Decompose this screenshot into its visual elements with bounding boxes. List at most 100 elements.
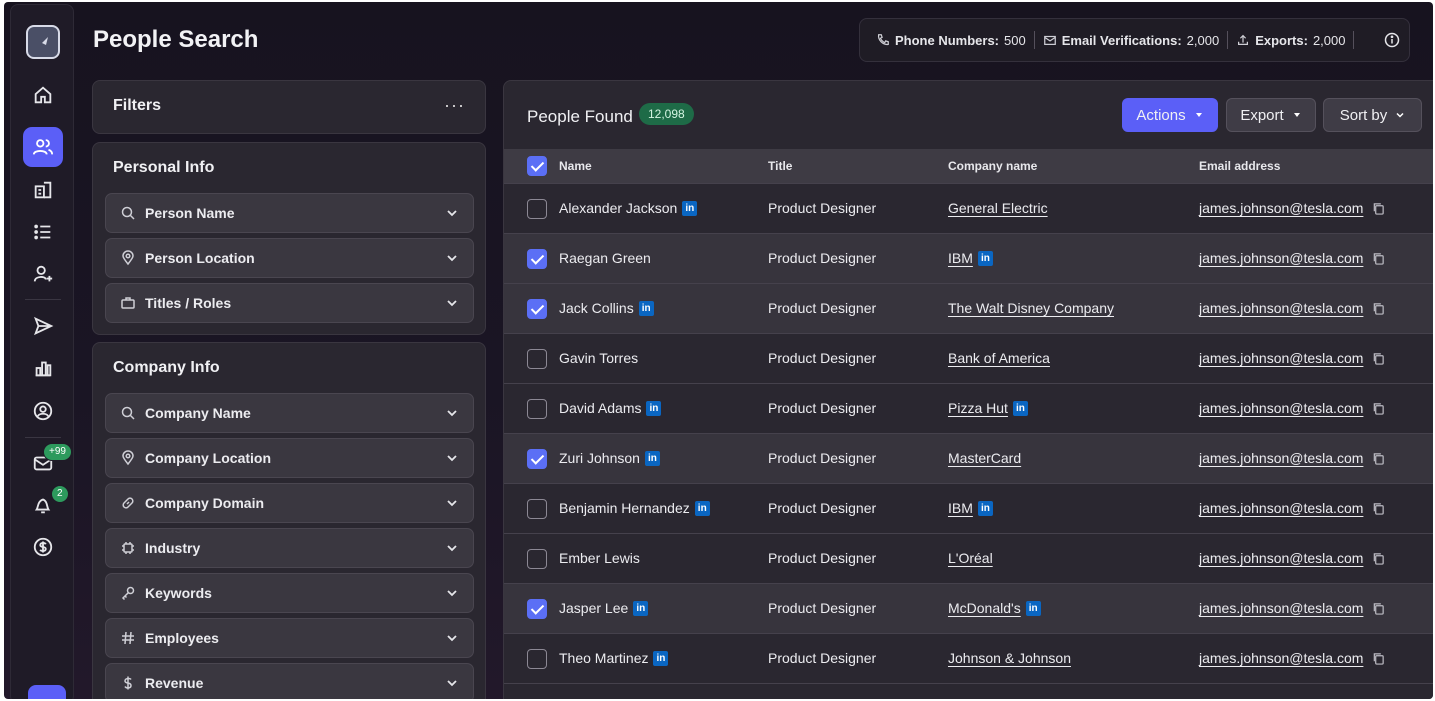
company-link[interactable]: L'Oréal: [948, 550, 993, 566]
email-link[interactable]: james.johnson@tesla.com: [1199, 650, 1363, 666]
column-company[interactable]: Company name: [948, 159, 1037, 173]
person-name[interactable]: David Adams: [559, 400, 641, 416]
column-name[interactable]: Name: [559, 159, 592, 173]
bottom-action-button[interactable]: [28, 685, 66, 699]
dollar-icon[interactable]: [23, 527, 63, 567]
email-link[interactable]: james.johnson@tesla.com: [1199, 550, 1363, 566]
linkedin-icon[interactable]: in: [1025, 600, 1041, 616]
table-row[interactable]: Jack Collins in Product Designer The Walt D…: [504, 283, 1433, 333]
email-link[interactable]: james.johnson@tesla.com: [1199, 500, 1363, 516]
linkedin-icon[interactable]: in: [638, 300, 654, 316]
filter-keywords[interactable]: Keywords: [105, 573, 474, 613]
copy-icon[interactable]: [1372, 402, 1385, 415]
company-link[interactable]: MasterCard: [948, 450, 1021, 466]
row-checkbox[interactable]: [527, 649, 547, 669]
list-icon[interactable]: [23, 212, 63, 252]
person-name[interactable]: Gavin Torres: [559, 350, 638, 366]
linkedin-icon[interactable]: in: [646, 400, 662, 416]
linkedin-icon[interactable]: in: [694, 500, 710, 516]
row-checkbox[interactable]: [527, 199, 547, 219]
export-button[interactable]: Export: [1226, 98, 1316, 132]
company-link[interactable]: IBM: [948, 250, 973, 266]
row-checkbox[interactable]: [527, 299, 547, 319]
email-link[interactable]: james.johnson@tesla.com: [1199, 250, 1363, 266]
company-link[interactable]: Johnson & Johnson: [948, 650, 1071, 666]
logo-icon[interactable]: [26, 25, 60, 59]
linkedin-icon[interactable]: in: [977, 500, 993, 516]
filter-revenue[interactable]: Revenue: [105, 663, 474, 699]
sort-by-button[interactable]: Sort by: [1323, 98, 1422, 132]
email-link[interactable]: james.johnson@tesla.com: [1199, 400, 1363, 416]
filter-company-location[interactable]: Company Location: [105, 438, 474, 478]
company-link[interactable]: Pizza Hut: [948, 400, 1008, 416]
row-checkbox[interactable]: [527, 399, 547, 419]
copy-icon[interactable]: [1372, 252, 1385, 265]
person-name[interactable]: Ember Lewis: [559, 550, 640, 566]
home-icon[interactable]: [23, 75, 63, 115]
company-link[interactable]: The Walt Disney Company: [948, 300, 1114, 316]
filter-person-location[interactable]: Person Location: [105, 238, 474, 278]
person-name[interactable]: Jack Collins: [559, 300, 634, 316]
linkedin-icon[interactable]: in: [653, 650, 669, 666]
filter-company-domain[interactable]: Company Domain: [105, 483, 474, 523]
table-row[interactable]: Alexander Jackson in Product Designer Gener…: [504, 183, 1433, 233]
copy-icon[interactable]: [1372, 452, 1385, 465]
table-row[interactable]: David Adams in Product Designer Pizza Hut in…: [504, 383, 1433, 433]
copy-icon[interactable]: [1372, 302, 1385, 315]
copy-icon[interactable]: [1372, 352, 1385, 365]
more-options-icon[interactable]: ···: [444, 95, 465, 116]
row-checkbox[interactable]: [527, 599, 547, 619]
people-icon[interactable]: [23, 127, 63, 167]
row-checkbox[interactable]: [527, 249, 547, 269]
send-icon[interactable]: [23, 306, 63, 346]
copy-icon[interactable]: [1372, 602, 1385, 615]
row-checkbox[interactable]: [527, 549, 547, 569]
table-row[interactable]: [504, 683, 1433, 699]
email-link[interactable]: james.johnson@tesla.com: [1199, 300, 1363, 316]
table-row[interactable]: Theo Martinez in Product Designer Johnson &…: [504, 633, 1433, 683]
table-row[interactable]: Raegan Green Product Designer IBM in james.j…: [504, 233, 1433, 283]
table-row[interactable]: Gavin Torres Product Designer Bank of Amer…: [504, 333, 1433, 383]
company-link[interactable]: Bank of America: [948, 350, 1050, 366]
actions-button[interactable]: Actions: [1122, 98, 1218, 132]
info-icon[interactable]: [1384, 32, 1400, 48]
row-checkbox[interactable]: [527, 449, 547, 469]
email-link[interactable]: james.johnson@tesla.com: [1199, 600, 1363, 616]
row-checkbox[interactable]: [527, 349, 547, 369]
copy-icon[interactable]: [1372, 502, 1385, 515]
copy-icon[interactable]: [1372, 552, 1385, 565]
person-name[interactable]: Theo Martinez: [559, 650, 648, 666]
linkedin-icon[interactable]: in: [1012, 400, 1028, 416]
person-name[interactable]: Zuri Johnson: [559, 450, 640, 466]
filter-titles-roles[interactable]: Titles / Roles: [105, 283, 474, 323]
linkedin-icon[interactable]: in: [644, 450, 660, 466]
column-title[interactable]: Title: [768, 159, 792, 173]
account-icon[interactable]: [23, 391, 63, 431]
table-row[interactable]: Ember Lewis Product Designer L'Oréal james.…: [504, 533, 1433, 583]
person-name[interactable]: Alexander Jackson: [559, 200, 677, 216]
filter-company-name[interactable]: Company Name: [105, 393, 474, 433]
table-row[interactable]: Zuri Johnson in Product Designer MasterCard…: [504, 433, 1433, 483]
email-link[interactable]: james.johnson@tesla.com: [1199, 350, 1363, 366]
linkedin-icon[interactable]: in: [977, 250, 993, 266]
chart-icon[interactable]: [23, 348, 63, 388]
company-link[interactable]: General Electric: [948, 200, 1048, 216]
copy-icon[interactable]: [1372, 202, 1385, 215]
building-icon[interactable]: [23, 170, 63, 210]
filter-industry[interactable]: Industry: [105, 528, 474, 568]
filter-employees[interactable]: Employees: [105, 618, 474, 658]
column-email[interactable]: Email address: [1199, 159, 1280, 173]
table-row[interactable]: Benjamin Hernandez in Product Designer IBM i…: [504, 483, 1433, 533]
filter-person-name[interactable]: Person Name: [105, 193, 474, 233]
company-link[interactable]: IBM: [948, 500, 973, 516]
row-checkbox[interactable]: [527, 499, 547, 519]
table-row[interactable]: Jasper Lee in Product Designer McDonald's in…: [504, 583, 1433, 633]
select-all-checkbox[interactable]: [527, 156, 547, 176]
linkedin-icon[interactable]: in: [682, 200, 698, 216]
linkedin-icon[interactable]: in: [633, 600, 649, 616]
person-name[interactable]: Benjamin Hernandez: [559, 500, 690, 516]
email-link[interactable]: james.johnson@tesla.com: [1199, 450, 1363, 466]
person-name[interactable]: Jasper Lee: [559, 600, 628, 616]
add-person-icon[interactable]: [23, 254, 63, 294]
company-link[interactable]: McDonald's: [948, 600, 1021, 616]
